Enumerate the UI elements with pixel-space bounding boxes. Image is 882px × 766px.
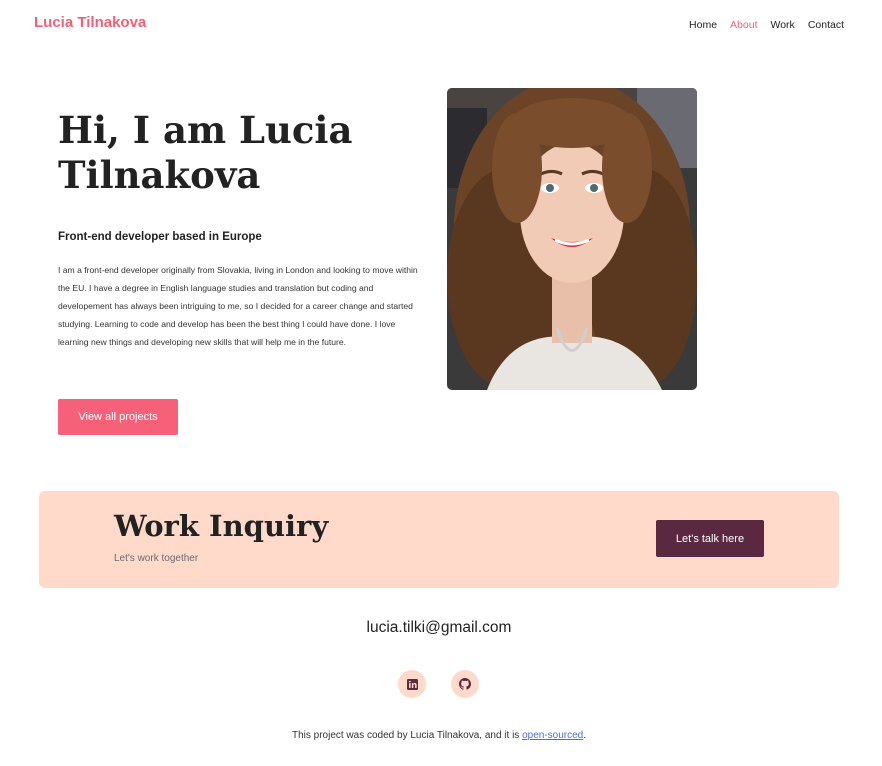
nav-about[interactable]: About xyxy=(730,19,757,31)
footer-text: This project was coded by Lucia Tilnakov… xyxy=(291,730,523,741)
work-inquiry-banner: Work Inquiry Let's work together Let's t… xyxy=(39,491,839,588)
lets-talk-button[interactable]: Let's talk here xyxy=(656,520,764,557)
portrait-photo xyxy=(447,88,697,390)
linkedin-icon xyxy=(406,678,418,690)
portrait-illustration xyxy=(447,88,697,390)
open-source-link[interactable]: open-sourced xyxy=(522,730,583,741)
main-nav: Home About Work Contact xyxy=(689,19,844,31)
inquiry-subtitle: Let's work together xyxy=(114,553,199,564)
footer-note: This project was coded by Lucia Tilnakov… xyxy=(0,730,878,741)
github-link[interactable] xyxy=(451,670,479,698)
hero-title: Hi, I am Lucia Tilnakova xyxy=(58,108,353,197)
page: Lucia Tilnakova Home About Work Contact … xyxy=(0,0,882,766)
view-projects-button[interactable]: View all projects xyxy=(58,399,178,435)
nav-home[interactable]: Home xyxy=(689,19,717,31)
brand-logo[interactable]: Lucia Tilnakova xyxy=(34,14,146,31)
social-links xyxy=(398,670,479,698)
inquiry-title: Work Inquiry xyxy=(114,509,329,543)
github-icon xyxy=(459,678,471,690)
footer-text-end: . xyxy=(583,730,587,741)
hero-subtitle: Front-end developer based in Europe xyxy=(58,231,262,243)
linkedin-link[interactable] xyxy=(398,670,426,698)
contact-email[interactable]: lucia.tilki@gmail.com xyxy=(0,619,878,637)
nav-contact[interactable]: Contact xyxy=(808,19,844,31)
hero-bio: I am a front-end developer originally fr… xyxy=(58,265,418,347)
nav-work[interactable]: Work xyxy=(771,19,795,31)
